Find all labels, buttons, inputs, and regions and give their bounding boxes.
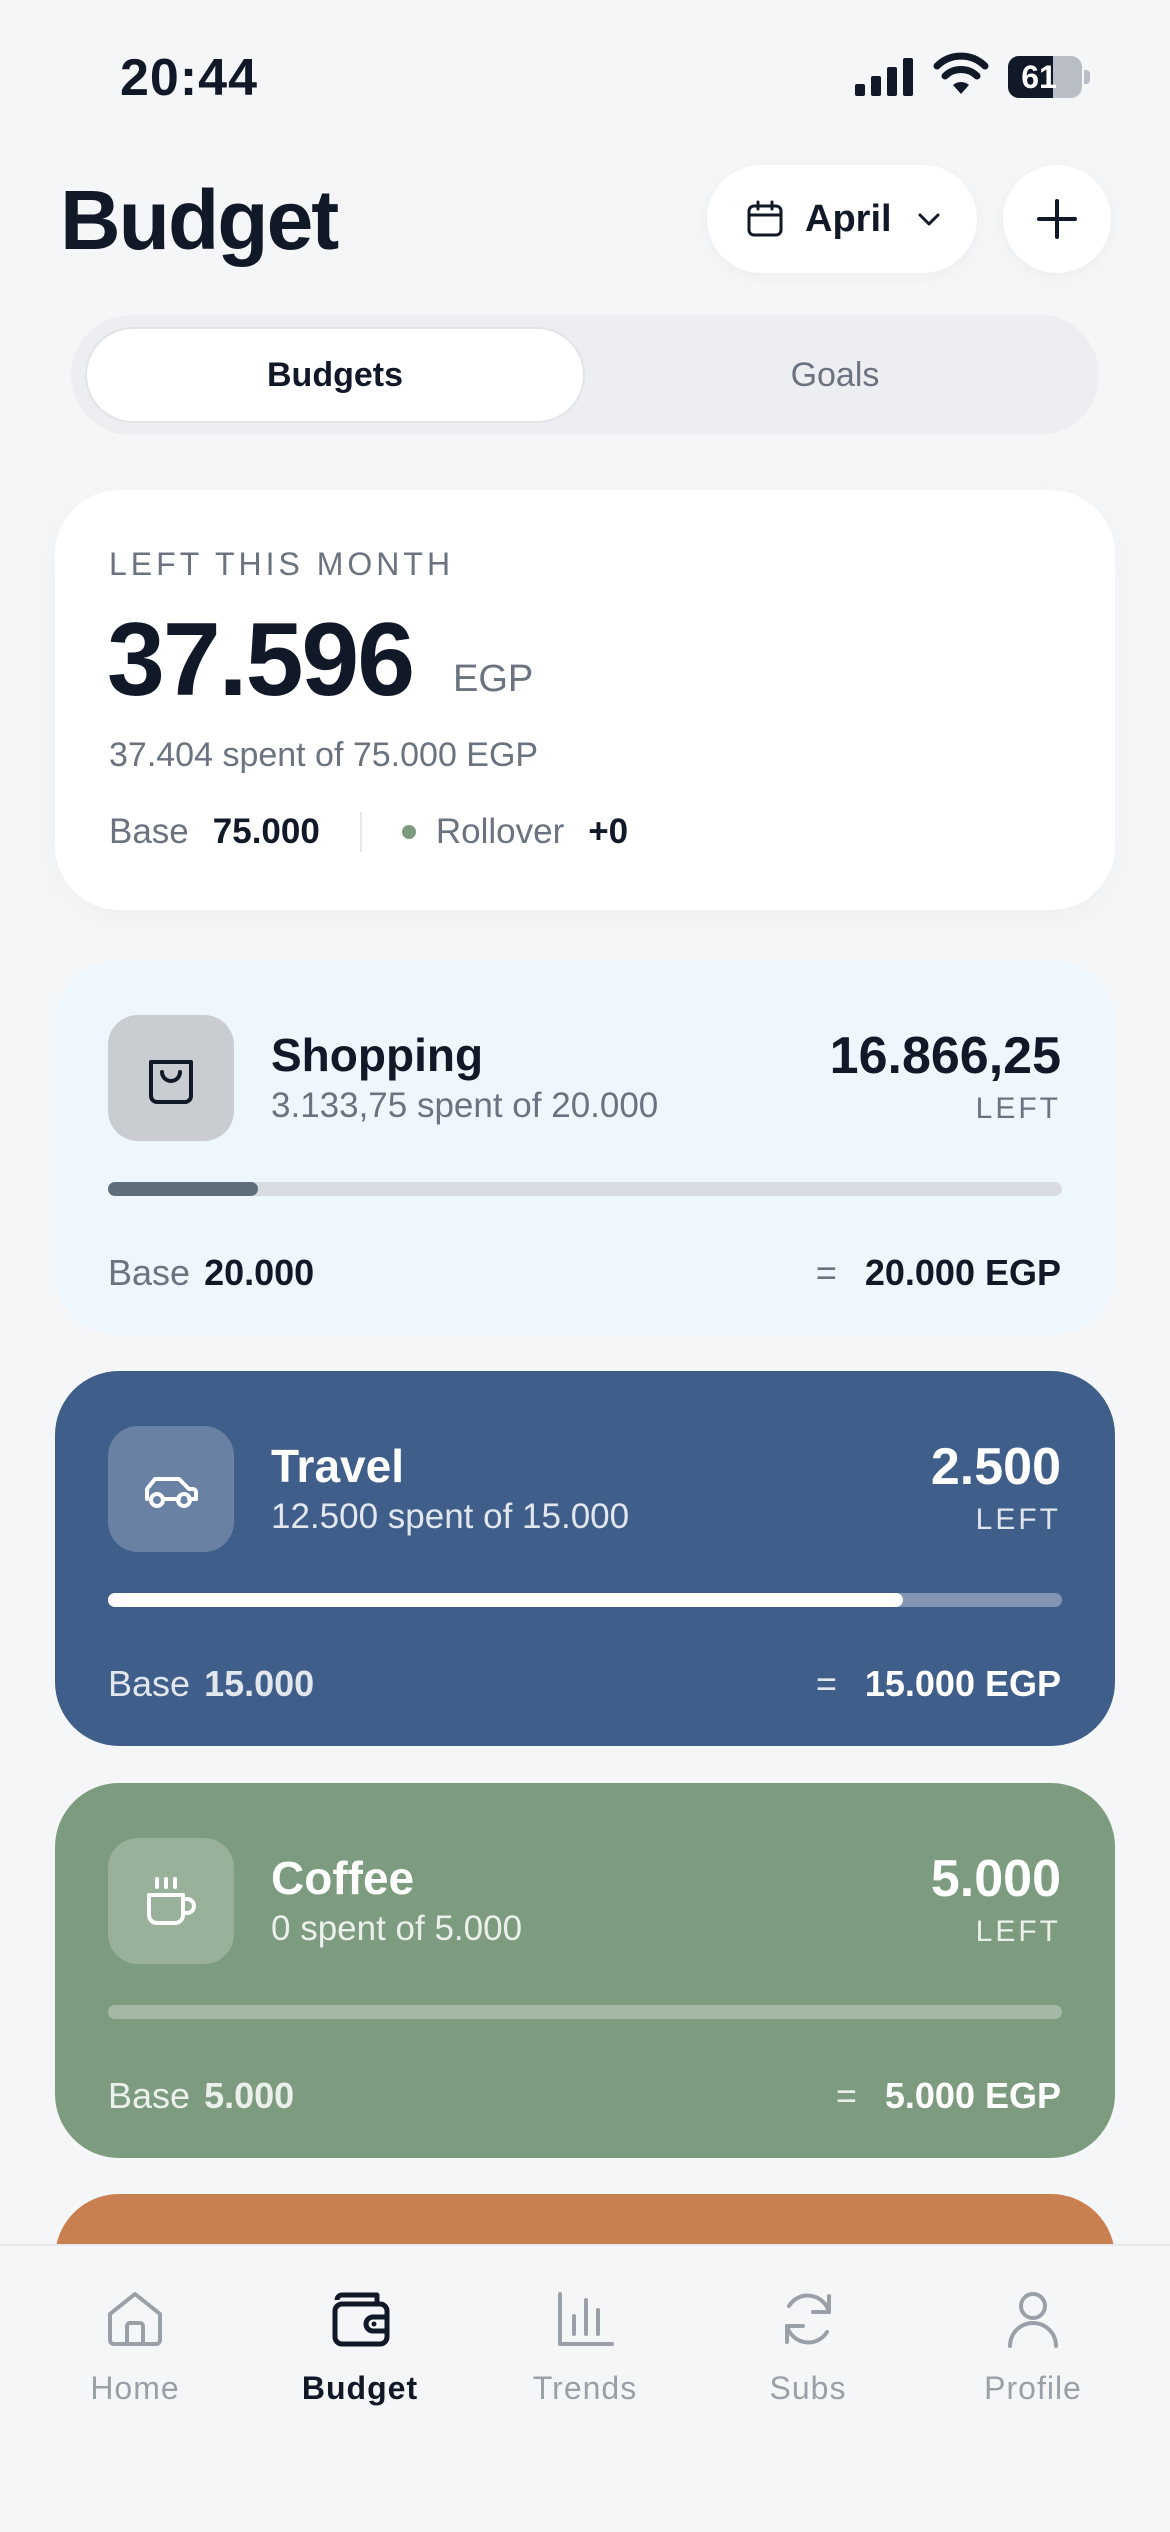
base-value: 15.000 [204,1663,315,1704]
category-total: = 15.000 EGP [816,1663,1061,1705]
category-left-amount: 2.500 [930,1438,1061,1496]
user-icon [1008,2292,1058,2348]
category-left-amount: 16.866,25 [829,1027,1061,1085]
category-icon-box [108,1838,234,1964]
category-card-travel[interactable]: Travel 12.500 spent of 15.000 2.500 LEFT… [55,1371,1115,1746]
category-card-coffee[interactable]: Coffee 0 spent of 5.000 5.000 LEFT Base … [55,1783,1115,2158]
nav-item-trends[interactable]: Trends [495,2286,675,2407]
add-budget-button[interactable] [1003,165,1111,273]
category-left-label: LEFT [975,1092,1061,1125]
base-label: Base [108,2075,191,2116]
nav-label: Trends [532,2370,638,2406]
nav-item-budget[interactable]: Budget [270,2286,450,2407]
category-left-label: LEFT [975,1915,1061,1948]
nav-label: Subs [769,2370,847,2406]
chevron-down-icon [918,213,940,226]
category-spent-text: 0 spent of 5.000 [271,1909,523,1948]
calendar-icon [747,200,783,237]
plus-icon [1037,199,1077,239]
category-icon-box [108,1015,234,1141]
category-progress-bar [108,1593,1062,1607]
status-time: 20:44 [120,49,258,107]
equals-sign: = [835,2075,857,2116]
rollover-dot-icon [401,825,416,839]
summary-spent-text: 37.404 spent of 75.000 EGP [109,736,539,774]
category-total: = 5.000 EGP [836,2075,1061,2117]
nav-label: Profile [984,2370,1082,2406]
base-label: Base [109,812,189,851]
category-total: = 20.000 EGP [816,1252,1061,1294]
base-label: Base [108,1663,191,1704]
wifi-icon [933,52,989,94]
battery-indicator: 61 [1008,56,1090,98]
tab-goals[interactable]: Goals [585,327,1085,423]
summary-label: LEFT THIS MONTH [109,546,455,582]
category-spent-text: 3.133,75 spent of 20.000 [271,1086,659,1125]
wallet-icon [332,2292,390,2347]
total-value: 5.000 EGP [884,2075,1061,2116]
view-segmented-control: Budgets Goals [71,315,1099,435]
bar-chart-icon [558,2292,614,2346]
base-value: 20.000 [204,1252,315,1293]
category-progress-fill [108,1593,903,1607]
category-name: Shopping [271,1029,484,1081]
category-left-label: LEFT [975,1503,1061,1536]
summary-amount: 37.596 [107,602,415,718]
home-icon [108,2292,162,2346]
rollover-value: +0 [588,812,629,851]
base-label: Base [108,1252,191,1293]
nav-item-home[interactable]: Home [45,2286,225,2407]
tab-budgets[interactable]: Budgets [85,327,585,423]
category-base: Base 20.000 [108,1252,314,1294]
equals-sign: = [815,1663,837,1704]
category-progress-bar [108,2005,1062,2019]
month-label: April [805,197,892,240]
category-left-amount: 5.000 [930,1850,1061,1908]
category-name: Coffee [271,1852,415,1904]
nav-label: Home [90,2370,180,2406]
category-spent-text: 12.500 spent of 15.000 [271,1497,630,1536]
base-value: 5.000 [204,2075,295,2116]
nav-item-profile[interactable]: Profile [943,2286,1123,2407]
page-title: Budget [60,173,339,267]
car-icon [145,1477,198,1508]
category-base: Base 5.000 [108,2075,294,2117]
rollover-label: Rollover [435,812,565,851]
coffee-cup-icon [147,1877,196,1925]
nav-label: Budget [301,2370,419,2406]
month-picker-button[interactable]: April [707,165,977,273]
divider [359,812,362,852]
shopping-bag-icon [149,1060,193,1104]
category-progress-bar [108,1182,1062,1196]
battery-percentage: 61 [1021,59,1057,95]
nav-item-subs[interactable]: Subs [718,2286,898,2407]
category-name: Travel [271,1440,404,1492]
category-base: Base 15.000 [108,1663,314,1705]
total-value: 20.000 EGP [864,1252,1061,1293]
equals-sign: = [815,1252,837,1293]
bottom-tab-bar: Home Budget Trends Subs Profile [0,2244,1170,2532]
cellular-signal-icon [855,58,913,96]
status-bar: 20:44 61 [0,0,1170,150]
category-icon-box [108,1426,234,1552]
summary-currency: EGP [453,658,534,700]
category-progress-fill [108,1182,258,1196]
base-value: 75.000 [212,812,320,851]
category-card-shopping[interactable]: Shopping 3.133,75 spent of 20.000 16.866… [55,960,1115,1335]
summary-footer: Base 75.000 Rollover +0 [109,812,628,852]
total-value: 15.000 EGP [864,1663,1061,1704]
refresh-icon [785,2293,831,2345]
monthly-summary-card[interactable]: LEFT THIS MONTH 37.596 EGP 37.404 spent … [55,490,1115,910]
